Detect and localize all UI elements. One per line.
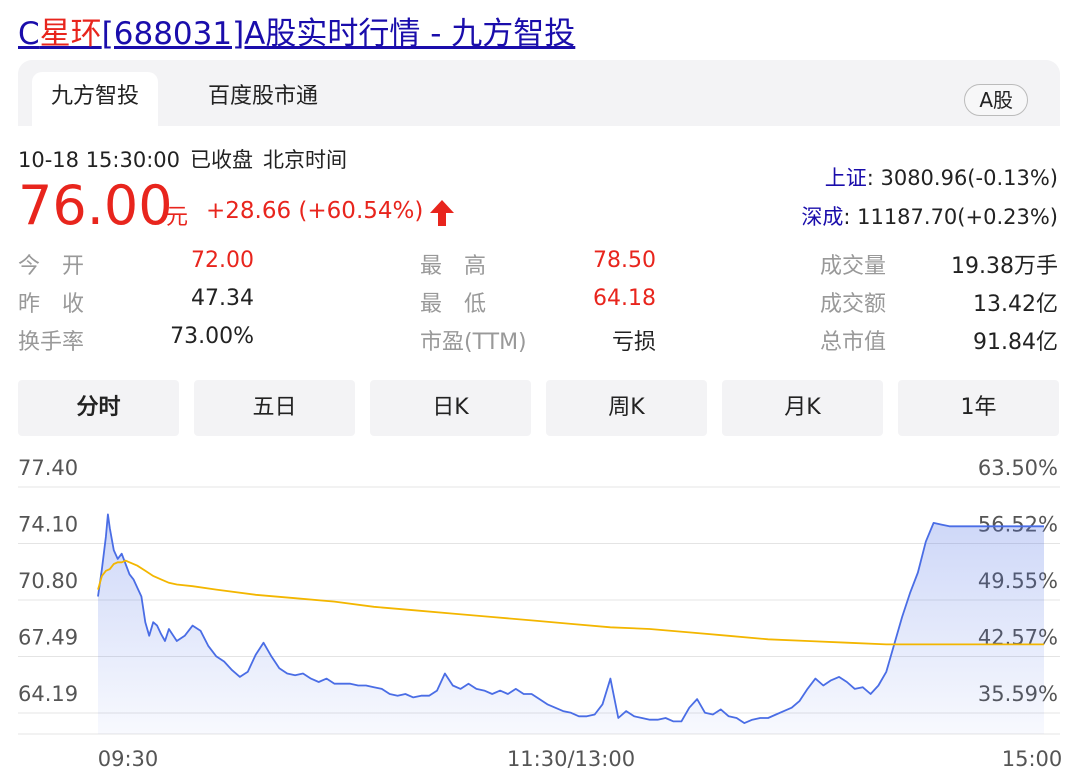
current-price: 76.00: [18, 174, 173, 237]
tab-intraday[interactable]: 分时: [18, 380, 179, 436]
y-right-tick-label: 63.50%: [978, 456, 1058, 480]
y-left-tick-label: 67.49: [18, 626, 78, 650]
stat-volume-label: 成交量: [820, 254, 887, 279]
index-shanghai[interactable]: 上证: 3080.96(-0.13%): [825, 162, 1058, 192]
title-prefix: C: [18, 16, 40, 52]
quote-datetime: 10-18 15:30:00: [18, 148, 181, 172]
x-tick-label: 11:30/13:00: [507, 747, 635, 771]
stat-high-value: 78.50: [593, 248, 656, 273]
page-title[interactable]: C星环[688031]A股实时行情 - 九方智投: [18, 8, 575, 53]
tab-baidu[interactable]: 百度股市通: [188, 72, 338, 126]
tab-five-day[interactable]: 五日: [194, 380, 355, 436]
price-unit: 元: [166, 205, 189, 230]
tab-one-year[interactable]: 1年: [898, 380, 1059, 436]
intraday-chart[interactable]: 77.4063.50%74.1056.52%70.8049.55%67.4942…: [0, 440, 1080, 779]
stat-turnover-value: 73.00%: [170, 324, 254, 349]
quote-meta: 10-18 15:30:00 已收盘 北京时间: [18, 144, 357, 174]
tab-weekly-k[interactable]: 周K: [546, 380, 707, 436]
index-shanghai-value: : 3080.96(-0.13%): [866, 166, 1058, 190]
stat-turnover-label: 换手率: [18, 330, 85, 355]
stat-open-label: 今 开: [18, 254, 85, 279]
index-shenzhen-name[interactable]: 深成: [801, 205, 843, 229]
y-left-tick-label: 64.19: [18, 682, 78, 706]
tab-jiufang[interactable]: 九方智投: [32, 72, 158, 126]
x-tick-label: 15:00: [1002, 747, 1063, 771]
stat-low-label: 最 低: [420, 292, 487, 317]
stat-volume-value: 19.38万手: [951, 254, 1058, 279]
stat-prev-close-label: 昨 收: [18, 292, 85, 317]
market-tag[interactable]: A股: [964, 84, 1028, 116]
market-status: 已收盘: [190, 148, 254, 172]
arrow-up-icon: [430, 200, 454, 226]
y-left-tick-label: 70.80: [18, 569, 78, 593]
x-tick-label: 09:30: [98, 747, 159, 771]
stat-open-value: 72.00: [191, 248, 254, 273]
stat-prev-close-value: 47.34: [191, 286, 254, 311]
stat-pe-label: 市盈(TTM): [420, 330, 527, 355]
stat-amount-label: 成交额: [820, 292, 887, 317]
timezone: 北京时间: [263, 148, 348, 172]
index-shanghai-name[interactable]: 上证: [825, 166, 867, 190]
index-shenzhen-value: : 11187.70(+0.23%): [843, 205, 1058, 229]
y-left-tick-label: 77.40: [18, 456, 78, 480]
price-change: +28.66 (+60.54%): [206, 198, 424, 224]
title-highlight: 星环: [39, 16, 102, 52]
tab-daily-k[interactable]: 日K: [370, 380, 531, 436]
stat-low-value: 64.18: [593, 286, 656, 311]
source-tabs-bar: 九方智投 百度股市通 A股: [18, 60, 1060, 126]
tab-monthly-k[interactable]: 月K: [722, 380, 883, 436]
stat-high-label: 最 高: [420, 254, 487, 279]
stat-pe-value: 亏损: [611, 330, 656, 355]
index-shenzhen[interactable]: 深成: 11187.70(+0.23%): [801, 201, 1058, 231]
stat-market-cap-value: 91.84亿: [973, 330, 1058, 355]
y-left-tick-label: 74.10: [18, 513, 78, 537]
stat-market-cap-label: 总市值: [820, 330, 887, 355]
stat-amount-value: 13.42亿: [973, 292, 1058, 317]
title-rest: [688031]A股实时行情 - 九方智投: [101, 16, 576, 52]
